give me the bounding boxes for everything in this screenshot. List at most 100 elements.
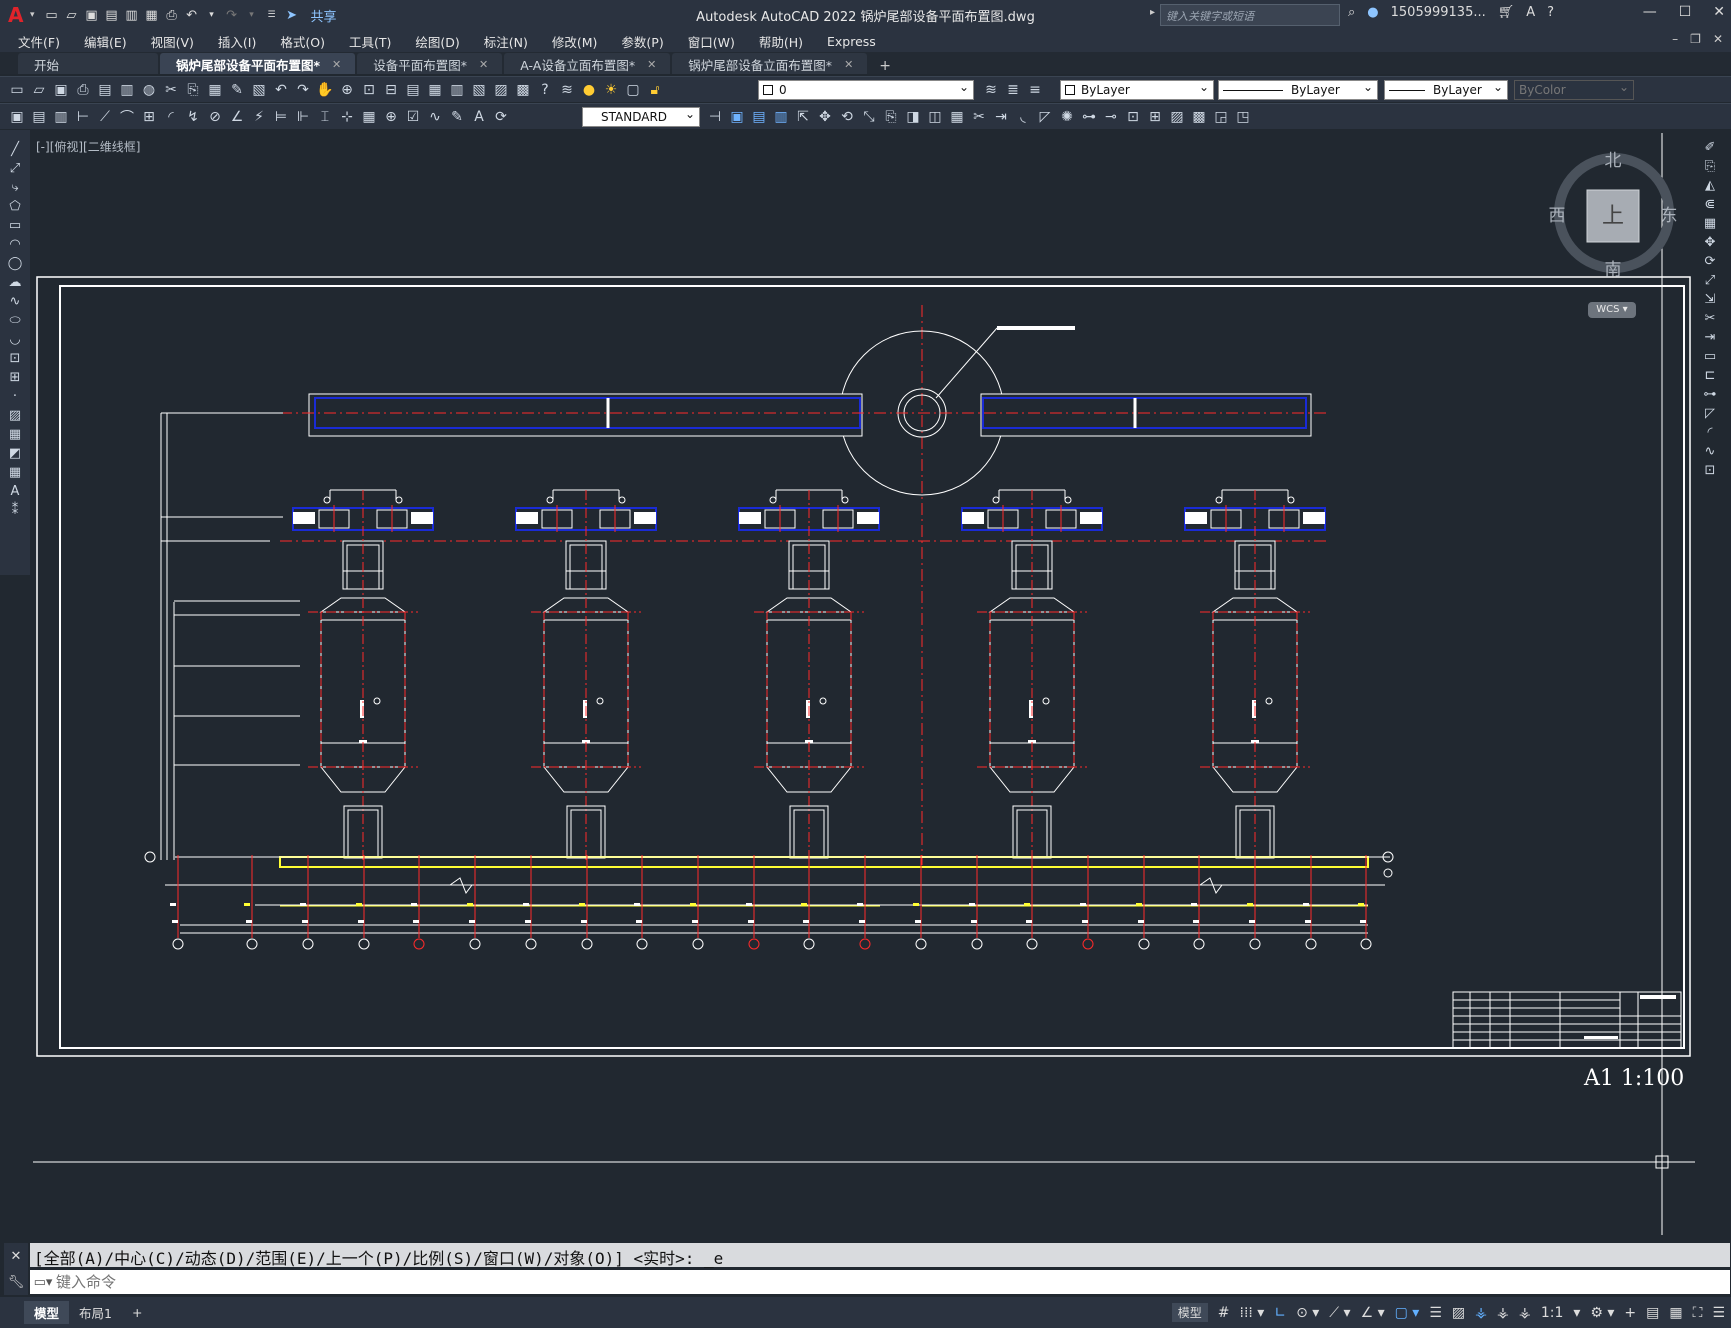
dim-arc-icon[interactable]: ⌒ [118,108,136,126]
block-define-icon[interactable]: ⊞ [1146,108,1164,126]
customization-icon[interactable]: ☰ [1712,1305,1725,1321]
redo-tool-icon[interactable]: ↷ [294,81,312,99]
tab-close-icon[interactable]: ✕ [479,58,488,71]
close-icon[interactable]: ✕ [1713,4,1725,20]
design-center-icon[interactable]: ▦ [426,81,444,99]
plotstyle-dropdown[interactable]: ByColor [1514,80,1634,100]
isodraft-icon[interactable]: ⟋ ▾ [1329,1305,1350,1321]
calculator-icon[interactable]: ▩ [514,81,532,99]
dim-baseline-icon[interactable]: ⊨ [272,108,290,126]
mirror-icon[interactable]: ◨ [904,108,922,126]
osnap-tracking-icon[interactable]: ∠ ▾ [1361,1305,1385,1321]
add-layout-button[interactable]: + [122,1303,152,1322]
tab-layout1[interactable]: 布局1 [69,1301,122,1324]
explode-icon[interactable]: ✺ [1058,108,1076,126]
drawing-canvas[interactable] [0,130,1731,1235]
menu-item-4[interactable]: 格式(O) [268,32,337,51]
grid-icon[interactable]: # [1218,1305,1230,1321]
share-icon[interactable]: ➤ [285,8,299,23]
trim-icon[interactable]: ✂ [970,108,988,126]
menu-item-7[interactable]: 标注(N) [472,32,540,51]
workspace-switch-icon[interactable]: ⚙ ▾ [1590,1305,1614,1321]
array-icon[interactable]: ▦ [948,108,966,126]
print-icon[interactable]: ⎙ [74,81,92,99]
save-as-icon[interactable]: ▤ [105,8,119,23]
menu-item-11[interactable]: 帮助(H) [747,32,815,51]
file-tab-1[interactable]: 锅炉尾部设备平面布置图* ✕ [160,53,356,74]
stretch-icon[interactable]: ⇱ [794,108,812,126]
file-tab-4[interactable]: 锅炉尾部设备立面布置图* ✕ [672,53,868,74]
new-tab-button[interactable]: + [867,58,903,74]
tool-palettes-icon[interactable]: ▥ [448,81,466,99]
dimstyle-dropdown[interactable]: STANDARD [582,107,700,127]
maximize-icon[interactable]: ☐ [1679,4,1692,20]
tolerance-icon[interactable]: ▦ [360,108,378,126]
save-tool-icon[interactable]: ▣ [52,81,70,99]
dim-continue-icon[interactable]: ⊩ [294,108,312,126]
copy-obj-icon[interactable]: ⎘ [882,108,900,126]
undo-icon[interactable]: ↶ [185,8,199,23]
model-space-button[interactable]: 模型 [1171,1303,1208,1322]
app-menu-chevron-icon[interactable]: ▾ [30,10,35,20]
dim-update-icon[interactable]: ⟳ [492,108,510,126]
polar-icon[interactable]: ⊙ ▾ [1296,1305,1319,1321]
layer-previous-icon[interactable]: ≡ [1026,81,1044,99]
command-close-icon[interactable]: ✕ [11,1249,22,1264]
xref-icon[interactable]: ▩ [1190,108,1208,126]
ortho-icon[interactable]: ∟ [1274,1305,1286,1321]
layer-properties-icon[interactable]: ≋ [558,81,576,99]
undo-dropdown-icon[interactable]: ▾ [205,10,219,20]
block-editor-icon[interactable]: ▧ [250,81,268,99]
viewcube-face[interactable]: 上 [1602,204,1624,229]
inspect-icon[interactable]: ☑ [404,108,422,126]
tab-close-icon[interactable]: ✕ [844,58,853,71]
help-tool-icon[interactable]: ? [536,81,554,99]
scale-dropdown-icon[interactable]: ▾ [1573,1305,1580,1321]
zoom-window-icon[interactable]: ⊡ [360,81,378,99]
paste-icon[interactable]: ▦ [206,81,224,99]
move-icon[interactable]: ✥ [816,108,834,126]
dim-text-edit-icon[interactable]: A [470,108,488,126]
color-dropdown[interactable]: ByLayer [1060,80,1214,100]
wcs-menu[interactable]: WCS ▾ [1588,302,1636,318]
tab-close-icon[interactable]: ✕ [647,58,656,71]
plot-icon[interactable]: ⎙ [165,8,179,23]
file-tab-3[interactable]: A-A设备立面布置图* ✕ [504,53,671,74]
save-web-icon[interactable]: ▦ [145,8,159,23]
properties-icon[interactable]: ▤ [404,81,422,99]
menu-item-5[interactable]: 工具(T) [337,32,403,51]
zoom-previous-icon[interactable]: ⊟ [382,81,400,99]
user-name[interactable]: 1505999135... [1391,5,1486,20]
help-icon[interactable]: ? [1547,5,1554,20]
redo-icon[interactable]: ↷ [225,8,239,23]
center-mark-icon[interactable]: ⊕ [382,108,400,126]
dimstyle-manager-icon[interactable]: ⊣ [706,108,724,126]
publish-icon[interactable]: ▥ [118,81,136,99]
open-icon[interactable]: ▱ [30,81,48,99]
save-icon[interactable]: ▣ [85,8,99,23]
transparency-icon[interactable]: ▨ [1452,1305,1465,1321]
fillet-icon[interactable]: ◟ [1014,108,1032,126]
menu-item-12[interactable]: Express [815,34,888,49]
snap-icon[interactable]: ⁞⁞⁞ ▾ [1240,1305,1265,1321]
workspace-settings-icon[interactable]: ▥ [52,108,70,126]
quick-dim-icon[interactable]: ⚡ [250,108,268,126]
rotate-icon[interactable]: ⟲ [838,108,856,126]
markup-icon[interactable]: ▨ [492,81,510,99]
zoom-realtime-icon[interactable]: ⊕ [338,81,356,99]
block-insert-icon[interactable]: ⊡ [1124,108,1142,126]
cart-icon[interactable]: 🛒︎ [1498,5,1515,20]
undo-tool-icon[interactable]: ↶ [272,81,290,99]
command-input[interactable] [56,1273,1656,1291]
layer-lock-icon[interactable]: 🔓︎ [646,81,664,99]
send-back-icon[interactable]: ▤ [750,108,768,126]
search-expand-icon[interactable]: ▸ [1150,7,1155,18]
layer-on-icon[interactable]: ● [580,81,598,99]
auto-scale-icon[interactable]: ⚶ [1497,1305,1509,1321]
open-web-icon[interactable]: ▥ [125,8,139,23]
tab-close-icon[interactable]: ✕ [332,58,341,71]
workspace-icon[interactable]: ▣ [8,108,26,126]
dim-break-icon[interactable]: ⊹ [338,108,356,126]
dim-jogged-icon[interactable]: ↯ [184,108,202,126]
sheet-set-icon[interactable]: ▧ [470,81,488,99]
